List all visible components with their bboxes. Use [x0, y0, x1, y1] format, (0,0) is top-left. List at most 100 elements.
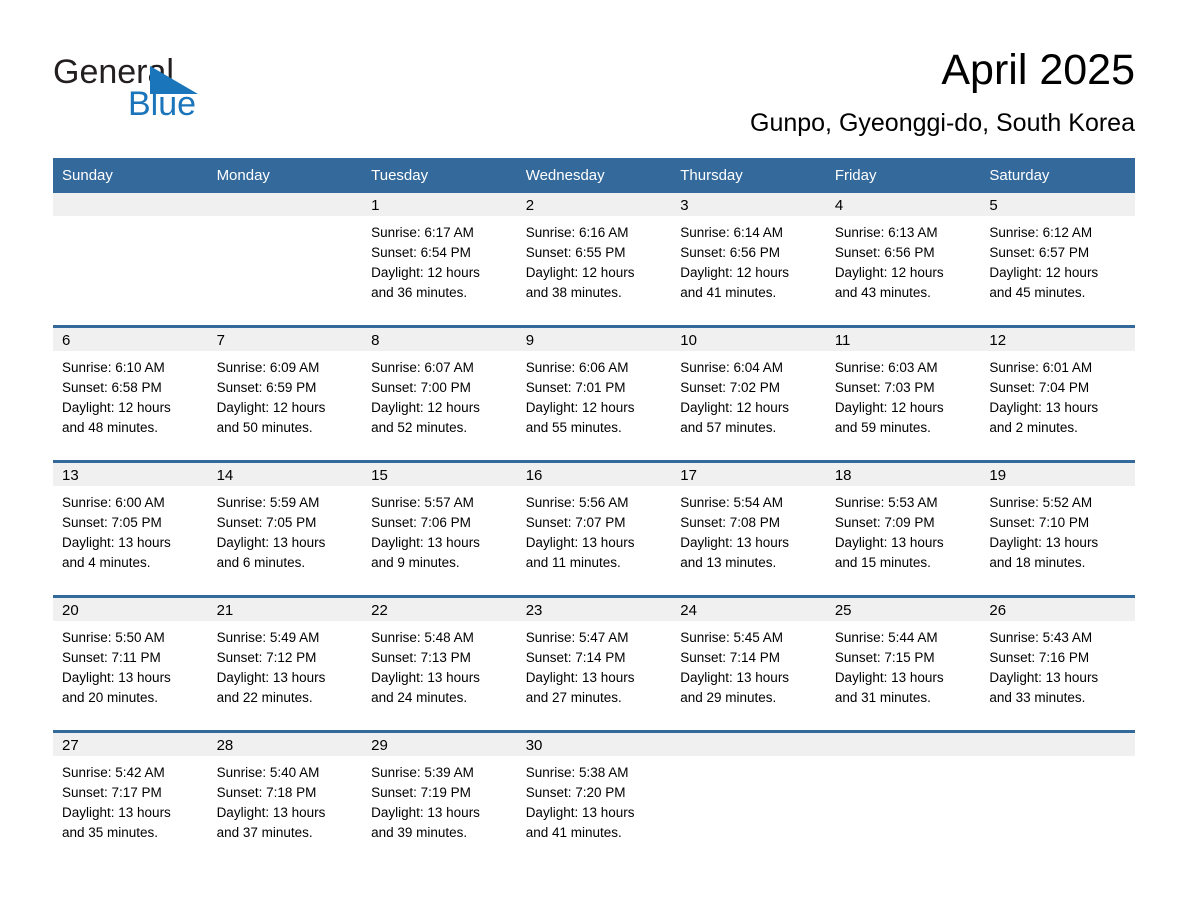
sunset-text: Sunset: 7:14 PM — [680, 650, 781, 665]
sunrise-text: Sunrise: 6:04 AM — [680, 360, 784, 375]
daylight-text-line1: Daylight: 13 hours — [525, 670, 635, 685]
generalblue-logo[interactable]: General Blue — [53, 52, 313, 132]
sunrise-text: Sunrise: 6:07 AM — [371, 360, 474, 375]
daylight-text-line2: and 52 minutes. — [371, 420, 468, 435]
day-cell[interactable]: 12 Sunrise: 6:01 AM Sunset: 7:04 PM Dayligh… — [980, 325, 1135, 462]
sunset-text: Sunset: 6:54 PM — [371, 245, 471, 260]
day-cell[interactable]: 21 Sunrise: 5:49 AM Sunset: 7:12 PM Dayligh… — [207, 595, 363, 732]
day-number: 7 — [207, 328, 363, 351]
day-cell[interactable]: 5 Sunrise: 6:12 AM Sunset: 6:57 PM Daylight… — [980, 193, 1135, 327]
calendar-body: 1 Sunrise: 6:17 AM Sunset: 6:54 PM Daylight… — [53, 193, 1135, 865]
sunrise-text: Sunrise: 6:03 AM — [834, 360, 938, 375]
day-cell[interactable]: 7 Sunrise: 6:09 AM Sunset: 6:59 PM Daylight… — [207, 325, 363, 462]
day-cell[interactable]: 28 Sunrise: 5:40 AM Sunset: 7:18 PM Dayligh… — [207, 730, 363, 865]
day-cell[interactable]: 23 Sunrise: 5:47 AM Sunset: 7:14 PM Dayligh… — [516, 595, 672, 732]
daylight-text-line2: and 9 minutes. — [371, 555, 460, 570]
day-cell[interactable]: 18 Sunrise: 5:53 AM Sunset: 7:09 PM Dayligh… — [825, 460, 981, 597]
day-details: Sunrise: 6:10 AM Sunset: 6:58 PM Daylight:… — [53, 351, 208, 438]
day-number: 25 — [825, 598, 981, 621]
calendar-week-row: 13 Sunrise: 6:00 AM Sunset: 7:05 PM Dayligh… — [53, 460, 1135, 597]
daylight-text-line1: Daylight: 12 hours — [834, 400, 944, 415]
day-number: 9 — [516, 328, 672, 351]
daylight-text-line2: and 38 minutes. — [525, 285, 622, 300]
sunrise-text: Sunrise: 6:09 AM — [216, 360, 320, 375]
sunset-text: Sunset: 7:16 PM — [989, 650, 1090, 665]
day-cell[interactable]: 4 Sunrise: 6:13 AM Sunset: 6:56 PM Daylight… — [825, 193, 981, 327]
day-cell[interactable]: 13 Sunrise: 6:00 AM Sunset: 7:05 PM Dayligh… — [53, 460, 208, 597]
daylight-text-line2: and 31 minutes. — [834, 690, 931, 705]
daylight-text-line1: Daylight: 12 hours — [62, 400, 171, 415]
daylight-text-line2: and 37 minutes. — [216, 825, 313, 840]
day-details: Sunrise: 5:56 AM Sunset: 7:07 PM Daylight:… — [517, 486, 672, 573]
daylight-text-line1: Daylight: 12 hours — [525, 400, 635, 415]
daylight-text-line2: and 41 minutes. — [680, 285, 777, 300]
day-cell[interactable]: 6 Sunrise: 6:10 AM Sunset: 6:58 PM Daylight… — [53, 325, 208, 462]
day-number: 3 — [671, 193, 826, 216]
day-cell[interactable] — [825, 730, 981, 865]
day-cell[interactable]: 17 Sunrise: 5:54 AM Sunset: 7:08 PM Dayligh… — [671, 460, 826, 597]
day-cell[interactable]: 25 Sunrise: 5:44 AM Sunset: 7:15 PM Dayligh… — [825, 595, 981, 732]
sunrise-text: Sunrise: 5:40 AM — [216, 765, 320, 780]
daylight-text-line2: and 55 minutes. — [525, 420, 622, 435]
day-details: Sunrise: 5:39 AM Sunset: 7:19 PM Daylight:… — [362, 756, 517, 843]
day-details: Sunrise: 6:03 AM Sunset: 7:03 PM Daylight:… — [826, 351, 981, 438]
daylight-text-line1: Daylight: 12 hours — [371, 265, 480, 280]
day-cell[interactable]: 15 Sunrise: 5:57 AM Sunset: 7:06 PM Dayligh… — [362, 460, 517, 597]
day-cell[interactable]: 14 Sunrise: 5:59 AM Sunset: 7:05 PM Dayligh… — [207, 460, 363, 597]
daylight-text-line1: Daylight: 13 hours — [989, 670, 1099, 685]
daylight-text-line2: and 20 minutes. — [62, 690, 159, 705]
day-number: 30 — [516, 733, 672, 756]
day-details: Sunrise: 6:12 AM Sunset: 6:57 PM Daylight:… — [980, 216, 1135, 303]
day-cell[interactable]: 20 Sunrise: 5:50 AM Sunset: 7:11 PM Dayligh… — [53, 595, 208, 732]
calendar-page: General Blue April 2025 Gunpo, Gyeonggi-… — [0, 0, 1188, 918]
day-cell[interactable]: 11 Sunrise: 6:03 AM Sunset: 7:03 PM Dayligh… — [825, 325, 981, 462]
sunrise-text: Sunrise: 6:12 AM — [989, 225, 1093, 240]
day-details — [671, 756, 826, 763]
calendar-week-row: 6 Sunrise: 6:10 AM Sunset: 6:58 PM Daylight… — [53, 325, 1135, 462]
weekday-header-wednesday: Wednesday — [516, 158, 672, 193]
weekday-header-monday: Monday — [207, 158, 363, 193]
day-number: 10 — [671, 328, 826, 351]
day-cell[interactable]: 10 Sunrise: 6:04 AM Sunset: 7:02 PM Dayligh… — [671, 325, 826, 462]
sunrise-text: Sunrise: 5:44 AM — [834, 630, 938, 645]
sunset-text: Sunset: 7:14 PM — [525, 650, 626, 665]
sunset-text: Sunset: 7:10 PM — [989, 515, 1090, 530]
day-details: Sunrise: 6:01 AM Sunset: 7:04 PM Daylight:… — [980, 351, 1135, 438]
day-cell[interactable]: 2 Sunrise: 6:16 AM Sunset: 6:55 PM Daylight… — [516, 193, 672, 327]
day-number: 5 — [980, 193, 1135, 216]
day-cell[interactable]: 26 Sunrise: 5:43 AM Sunset: 7:16 PM Dayligh… — [980, 595, 1135, 732]
day-number: 21 — [207, 598, 363, 621]
day-cell[interactable]: 9 Sunrise: 6:06 AM Sunset: 7:01 PM Daylight… — [516, 325, 672, 462]
day-cell[interactable]: 1 Sunrise: 6:17 AM Sunset: 6:54 PM Daylight… — [362, 193, 517, 327]
day-details: Sunrise: 5:57 AM Sunset: 7:06 PM Daylight:… — [362, 486, 517, 573]
day-number: 20 — [53, 598, 208, 621]
sunrise-text: Sunrise: 5:57 AM — [371, 495, 474, 510]
day-cell[interactable]: 8 Sunrise: 6:07 AM Sunset: 7:00 PM Daylight… — [362, 325, 517, 462]
sunset-text: Sunset: 6:56 PM — [834, 245, 935, 260]
day-number: 26 — [980, 598, 1135, 621]
day-cell[interactable] — [53, 193, 208, 327]
sunrise-text: Sunrise: 6:16 AM — [525, 225, 629, 240]
day-number: 13 — [53, 463, 208, 486]
sunset-text: Sunset: 6:56 PM — [680, 245, 781, 260]
sunrise-text: Sunrise: 5:47 AM — [525, 630, 629, 645]
daylight-text-line2: and 41 minutes. — [525, 825, 622, 840]
day-cell[interactable] — [980, 730, 1135, 865]
day-cell[interactable]: 22 Sunrise: 5:48 AM Sunset: 7:13 PM Dayligh… — [362, 595, 517, 732]
daylight-text-line1: Daylight: 12 hours — [680, 400, 790, 415]
day-cell[interactable]: 27 Sunrise: 5:42 AM Sunset: 7:17 PM Dayligh… — [53, 730, 208, 865]
day-cell[interactable]: 3 Sunrise: 6:14 AM Sunset: 6:56 PM Daylight… — [671, 193, 826, 327]
day-cell[interactable] — [207, 193, 363, 327]
day-number — [825, 733, 981, 756]
sunset-text: Sunset: 6:58 PM — [62, 380, 162, 395]
day-details: Sunrise: 5:43 AM Sunset: 7:16 PM Daylight:… — [980, 621, 1135, 708]
daylight-text-line1: Daylight: 13 hours — [216, 670, 326, 685]
day-cell[interactable]: 24 Sunrise: 5:45 AM Sunset: 7:14 PM Dayligh… — [671, 595, 826, 732]
day-cell[interactable]: 16 Sunrise: 5:56 AM Sunset: 7:07 PM Dayligh… — [516, 460, 672, 597]
sunrise-text: Sunrise: 6:06 AM — [525, 360, 629, 375]
day-cell[interactable]: 29 Sunrise: 5:39 AM Sunset: 7:19 PM Dayligh… — [362, 730, 517, 865]
day-cell[interactable]: 19 Sunrise: 5:52 AM Sunset: 7:10 PM Dayligh… — [980, 460, 1135, 597]
sunrise-text: Sunrise: 6:17 AM — [371, 225, 474, 240]
day-cell[interactable] — [671, 730, 826, 865]
day-cell[interactable]: 30 Sunrise: 5:38 AM Sunset: 7:20 PM Dayligh… — [516, 730, 672, 865]
